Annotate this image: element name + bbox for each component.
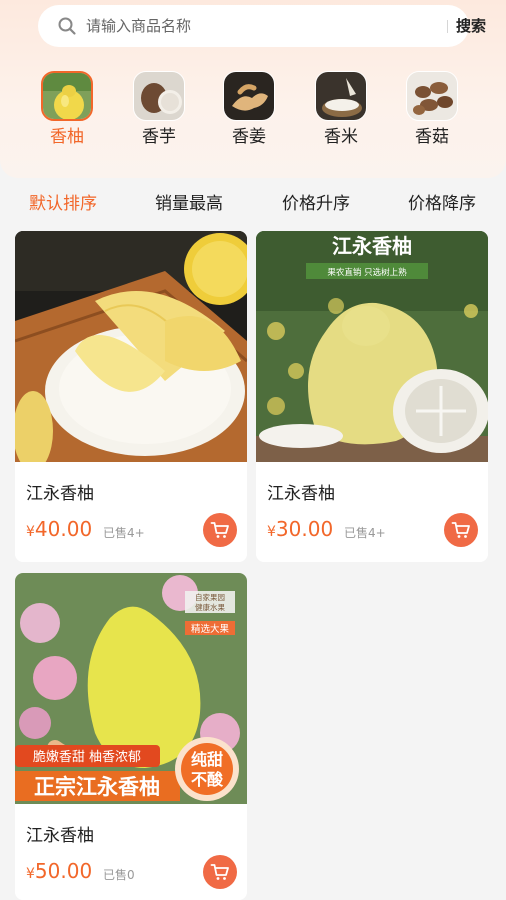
add-to-cart-button[interactable] <box>203 855 237 889</box>
image-headline: 正宗江永香柚 <box>34 775 160 799</box>
image-badge-select: 精选大果 <box>191 623 230 635</box>
category-thumb-pomelo <box>41 71 93 121</box>
price-value: 40.00 <box>34 517 93 541</box>
product-price: ¥40.00 <box>26 517 92 541</box>
image-badge-health: 健康水果 <box>195 602 225 612</box>
currency-symbol: ¥ <box>26 866 35 882</box>
image-caption-sub: 果农直销 只选树上熟 <box>327 267 407 278</box>
image-seal-top: 纯甜 <box>191 750 223 769</box>
category-thumb-taro <box>133 71 185 121</box>
search-icon <box>58 17 76 35</box>
product-card[interactable]: 江永香柚 ¥40.00 已售4+ <box>15 231 247 562</box>
sold-count: 已售4+ <box>344 524 386 541</box>
search-divider <box>447 20 448 33</box>
sold-label: 已售 <box>344 526 369 540</box>
image-seal-bottom: 不酸 <box>191 770 224 789</box>
sold-value: 4+ <box>127 526 145 540</box>
product-title: 江永香柚 <box>26 826 94 846</box>
category-label: 香姜 <box>232 127 266 147</box>
currency-symbol: ¥ <box>267 524 276 540</box>
search-button[interactable]: 搜索 <box>456 14 496 38</box>
sort-tab-price-desc[interactable]: 价格降序 <box>408 192 476 216</box>
sold-count: 已售0 <box>103 866 135 883</box>
product-price: ¥50.00 <box>26 859 92 883</box>
image-badge-farm: 自家果园 <box>195 592 225 602</box>
search-input[interactable] <box>86 13 386 39</box>
currency-symbol: ¥ <box>26 524 35 540</box>
search-bar[interactable]: 搜索 <box>38 5 486 47</box>
product-price: ¥30.00 <box>267 517 333 541</box>
add-to-cart-button[interactable] <box>444 513 478 547</box>
image-caption-title: 江永香柚 <box>332 234 412 258</box>
product-title: 江永香柚 <box>26 484 94 504</box>
price-value: 30.00 <box>275 517 334 541</box>
cart-icon <box>451 522 470 538</box>
sold-count: 已售4+ <box>103 524 145 541</box>
category-label: 香米 <box>324 127 358 147</box>
price-value: 50.00 <box>34 859 93 883</box>
cart-icon <box>210 522 229 538</box>
add-to-cart-button[interactable] <box>203 513 237 547</box>
product-title: 江永香柚 <box>267 484 335 504</box>
category-thumb-ginger <box>223 71 275 121</box>
sold-value: 4+ <box>368 526 386 540</box>
category-thumb-rice <box>315 71 367 121</box>
product-image[interactable]: 江永香柚 果农直销 只选树上熟 <box>256 231 488 462</box>
product-image[interactable]: 自家果园 健康水果 精选大果 脆嫩香甜 柚香浓郁 正宗江永香柚 纯甜 不酸 <box>15 573 247 804</box>
category-label: 香柚 <box>50 127 84 147</box>
category-item-rice[interactable]: 香米 <box>314 71 368 151</box>
category-label: 香菇 <box>415 127 449 147</box>
category-item-mushroom[interactable]: 香菇 <box>405 71 459 151</box>
sold-label: 已售 <box>103 868 128 882</box>
product-card[interactable]: 自家果园 健康水果 精选大果 脆嫩香甜 柚香浓郁 正宗江永香柚 纯甜 不酸 江永… <box>15 573 247 900</box>
sort-tab-default[interactable]: 默认排序 <box>29 192 97 216</box>
product-card[interactable]: 江永香柚 果农直销 只选树上熟 江永香柚 ¥30.00 已售4+ <box>256 231 488 562</box>
sort-tab-sales[interactable]: 销量最高 <box>155 192 223 216</box>
cart-icon <box>210 864 229 880</box>
category-item-taro[interactable]: 香芋 <box>132 71 186 151</box>
sort-tab-price-asc[interactable]: 价格升序 <box>282 192 350 216</box>
category-label: 香芋 <box>142 127 176 147</box>
category-item-ginger[interactable]: 香姜 <box>222 71 276 151</box>
image-slogan: 脆嫩香甜 柚香浓郁 <box>33 749 141 765</box>
product-image[interactable] <box>15 231 247 462</box>
sold-value: 0 <box>127 868 135 882</box>
sold-label: 已售 <box>103 526 128 540</box>
category-thumb-mushroom <box>406 71 458 121</box>
category-item-pomelo[interactable]: 香柚 <box>40 71 94 151</box>
